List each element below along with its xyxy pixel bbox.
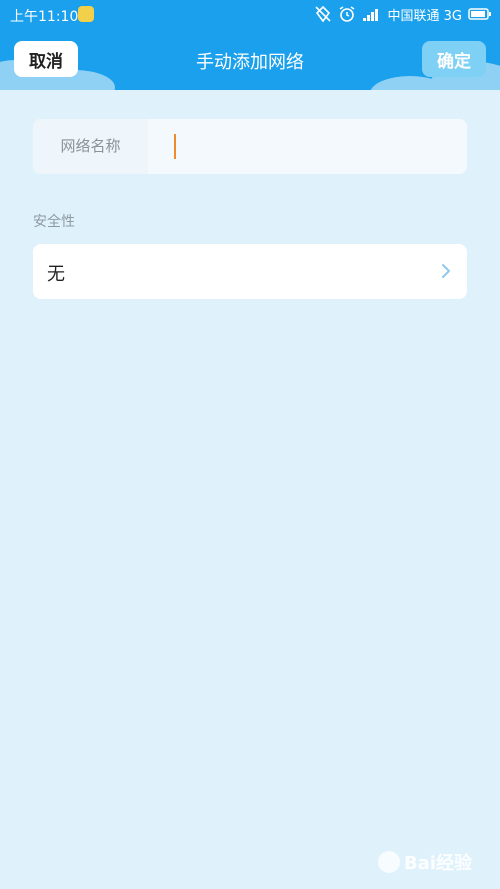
- confirm-button[interactable]: 确定: [422, 41, 486, 77]
- baidu-paw-icon: [377, 851, 400, 873]
- carrier-label: 中国联通 3G: [387, 8, 462, 24]
- notification-app-icon: [78, 6, 94, 22]
- security-selector[interactable]: 无: [33, 244, 467, 299]
- watermark-text: Bai经验: [403, 853, 472, 874]
- battery-icon: [468, 8, 491, 20]
- security-section-label: 安全性: [33, 214, 75, 230]
- network-name-input[interactable]: [148, 119, 467, 174]
- status-bar: 上午11:10 中国联通 3G: [0, 0, 500, 30]
- watermark: Bai经验: [377, 849, 472, 875]
- network-name-field: 网络名称: [33, 119, 467, 174]
- alarm-icon: [339, 6, 354, 22]
- status-indicators: 中国联通 3G: [314, 4, 492, 24]
- security-value: 无: [47, 264, 65, 285]
- status-time: 上午11:10: [10, 9, 79, 25]
- text-caret: [174, 134, 176, 159]
- navigation-bar: 取消 手动添加网络 确定: [0, 30, 500, 90]
- signal-icon: [362, 9, 378, 21]
- network-name-label: 网络名称: [33, 119, 148, 174]
- chevron-right-icon: [442, 264, 450, 278]
- app-header: 上午11:10 中国联通 3G 取消 手动添加网络 确定: [0, 0, 500, 90]
- vibrate-off-icon: [314, 5, 331, 23]
